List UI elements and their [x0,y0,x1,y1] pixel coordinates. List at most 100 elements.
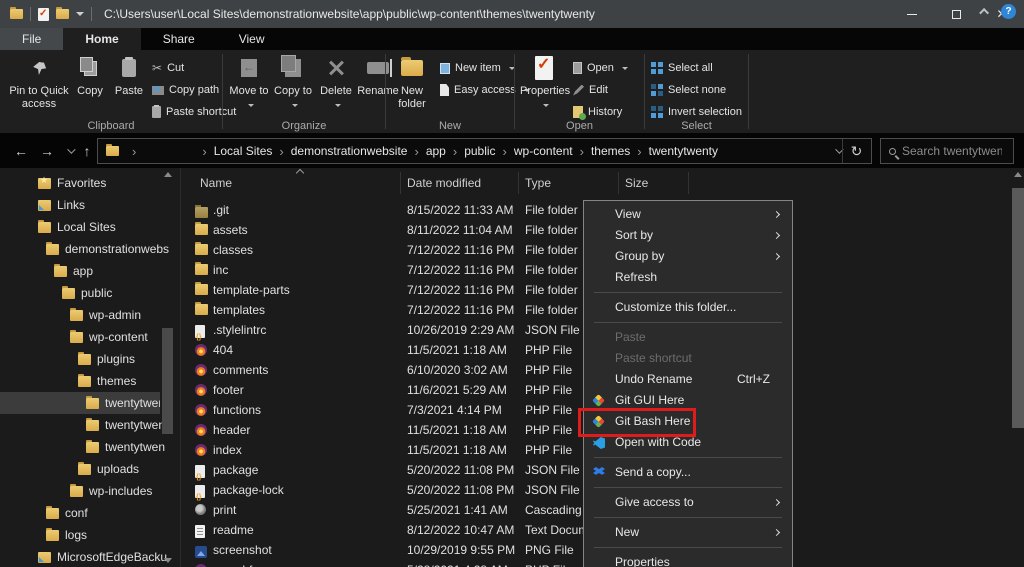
scroll-up-icon[interactable] [1014,172,1022,177]
forward-button[interactable]: → [36,141,58,161]
new-folder-button[interactable]: New folder [390,53,434,117]
sidebar-scrollbar[interactable] [162,170,173,565]
column-header-size[interactable]: Size [625,176,648,190]
button-label: Copy to [274,85,312,97]
column-header-name[interactable]: Name [200,176,232,190]
scroll-up-icon[interactable] [164,172,172,177]
up-button[interactable]: ↑ [76,141,98,161]
edit-button[interactable]: Edit [573,80,608,100]
ribbon-tab[interactable]: Home [63,28,140,50]
context-menu-item[interactable]: Send a copy... [584,462,792,483]
ribbon-tab[interactable]: View [217,28,287,50]
tree-item[interactable]: themes [0,370,180,392]
maximize-button[interactable] [934,0,979,28]
column-divider[interactable] [518,172,519,194]
tree-item[interactable]: Favorites [0,172,180,194]
pane-divider[interactable] [180,168,181,567]
ribbon-tab[interactable]: Share [141,28,217,50]
select-all-button[interactable]: Select all [651,58,713,78]
breadcrumb-segment[interactable]: ›app [407,144,445,159]
scroll-down-icon[interactable] [164,558,172,563]
context-menu-item[interactable]: Paste shortcut [584,348,792,369]
tree-item[interactable]: public [0,282,180,304]
context-menu-item[interactable]: Paste [584,327,792,348]
address-dropdown[interactable] [835,139,841,163]
breadcrumb-segment[interactable]: ›themes [573,144,631,159]
tree-item[interactable]: Local Sites [0,216,180,238]
tree-item[interactable]: uploads [0,458,180,480]
folder-icon [70,310,83,321]
tree-item[interactable]: demonstrationwebs [0,238,180,260]
tree-item[interactable]: twentytwen [0,436,180,458]
properties-button[interactable]: Properties [520,53,568,117]
ribbon-tab[interactable]: File [0,28,63,50]
new-folder-shortcut-icon[interactable] [56,9,69,19]
breadcrumb-segment[interactable]: ›public [446,144,496,159]
history-button[interactable]: History [573,102,622,122]
context-menu-item[interactable]: View [584,204,792,225]
scrollbar-thumb[interactable] [162,328,173,434]
address-bar[interactable]: › ›Local Sites ›demonstrationwebsite ›ap… [97,138,872,164]
tree-item[interactable]: twentytwen [0,414,180,436]
breadcrumb-segment[interactable]: ›Local Sites [195,144,272,159]
context-menu-item[interactable] [584,453,792,462]
copy-path-button[interactable]: Copy path [152,80,219,100]
context-menu-item[interactable] [584,483,792,492]
context-menu-item[interactable]: Customize this folder... [584,297,792,318]
tree-item[interactable]: app [0,260,180,282]
paste-button[interactable]: Paste [110,53,148,117]
invert-selection-button[interactable]: Invert selection [651,102,742,122]
context-menu-item[interactable] [584,318,792,327]
new-item-button[interactable]: New item [440,58,515,78]
context-menu-item[interactable]: Open with Code [584,432,792,453]
file-name: inc [213,260,228,280]
tree-item[interactable]: plugins [0,348,180,370]
copy-button[interactable]: Copy [72,53,108,117]
column-divider[interactable] [688,172,689,194]
tree-item[interactable]: logs [0,524,180,546]
search-box[interactable] [880,138,1014,164]
context-menu-item[interactable]: Sort by [584,225,792,246]
scrollbar-thumb[interactable] [1012,188,1024,428]
context-menu-item[interactable]: Group by [584,246,792,267]
column-divider[interactable] [618,172,619,194]
help-icon[interactable]: ? [1001,4,1016,19]
tree-item[interactable]: wp-includes [0,480,180,502]
context-menu-item[interactable]: Git GUI Here [584,390,792,411]
properties-shortcut-icon[interactable] [38,8,49,21]
context-menu-item[interactable]: Undo Rename Ctrl+Z [584,369,792,390]
search-input[interactable] [902,144,1002,158]
breadcrumb-segment[interactable]: ›wp-content [496,144,573,159]
pin-to-quick-access-button[interactable]: Pin to Quick access [8,53,70,117]
tree-item[interactable]: twentytwen [0,392,160,414]
column-header-type[interactable]: Type [525,176,551,190]
tree-item[interactable]: Links [0,194,180,216]
qat-customize-caret-icon[interactable] [76,12,84,16]
column-divider[interactable] [400,172,401,194]
delete-button[interactable]: Delete [316,53,356,117]
context-menu-item[interactable] [584,513,792,522]
breadcrumb-segment[interactable]: ›twentytwenty [630,144,718,159]
cut-button[interactable]: ✂Cut [152,58,184,78]
tree-item[interactable]: wp-admin [0,304,180,326]
move-to-button[interactable]: Move to [228,53,270,117]
context-menu-item[interactable]: Git Bash Here [584,411,792,432]
column-header-date[interactable]: Date modified [407,176,481,190]
minimize-button[interactable] [889,0,934,28]
open-button[interactable]: Open [573,58,628,78]
context-menu-item[interactable] [584,543,792,552]
select-none-button[interactable]: Select none [651,80,726,100]
tree-item[interactable]: wp-content [0,326,180,348]
context-menu-item[interactable]: New [584,522,792,543]
context-menu-item[interactable]: Refresh [584,267,792,288]
breadcrumb-segment[interactable]: ›demonstrationwebsite [272,144,407,159]
refresh-button[interactable]: ↻ [842,139,870,163]
tree-item[interactable]: MicrosoftEdgeBacku [0,546,180,567]
back-button[interactable]: ← [10,141,32,161]
context-menu-item[interactable] [584,288,792,297]
context-menu-item[interactable]: Properties [584,552,792,567]
file-list-scrollbar[interactable] [1012,170,1024,567]
copy-to-button[interactable]: Copy to [273,53,313,117]
context-menu-item[interactable]: Give access to [584,492,792,513]
tree-item[interactable]: conf [0,502,180,524]
